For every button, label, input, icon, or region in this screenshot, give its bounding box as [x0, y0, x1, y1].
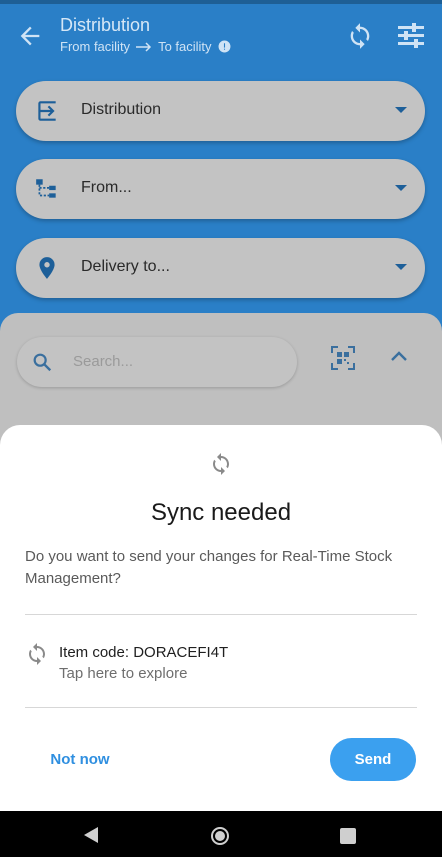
chevron-up-icon[interactable] [389, 349, 409, 363]
dialog-message: Do you want to send your changes for Rea… [25, 548, 393, 587]
back-arrow-icon[interactable] [16, 22, 44, 50]
login-icon [38, 101, 56, 121]
hierarchy-icon [36, 179, 56, 198]
dialog-title: Sync needed [150, 499, 292, 526]
item-code: Item code: DORACEFI4T [59, 644, 229, 661]
transaction-type-label: Distribution [81, 101, 162, 118]
to-facility-label: To facility [158, 39, 212, 54]
system-nav-bar [0, 811, 442, 857]
send-button[interactable]: Send [330, 738, 416, 781]
nav-home-icon[interactable] [210, 826, 230, 846]
search-icon [33, 353, 52, 372]
qr-scan-icon[interactable] [331, 346, 355, 370]
divider [25, 707, 417, 708]
delivery-to-placeholder: Delivery to... [81, 258, 170, 275]
location-pin-icon [39, 257, 55, 279]
divider [25, 614, 417, 615]
sync-icon [213, 453, 229, 475]
transaction-type-dropdown[interactable]: Distribution [16, 81, 425, 141]
pending-item-row[interactable]: Item code: DORACEFI4T Tap here to explor… [25, 636, 417, 686]
delivery-to-dropdown[interactable]: Delivery to... [16, 238, 425, 298]
arrow-right-icon [136, 41, 152, 52]
info-icon[interactable] [218, 40, 231, 53]
sync-icon [29, 643, 45, 665]
item-hint: Tap here to explore [59, 665, 188, 682]
caret-down-icon [395, 107, 407, 113]
caret-down-icon [395, 185, 407, 191]
nav-back-icon[interactable] [83, 826, 99, 844]
app-background: Distribution From facility To facility D… [0, 0, 442, 857]
route-subtitle: From facility To facility [60, 39, 231, 54]
sync-dialog: Sync needed Do you want to send your cha… [0, 425, 442, 811]
search-placeholder: Search... [73, 353, 134, 370]
from-facility-placeholder: From... [81, 179, 132, 196]
sync-icon[interactable] [346, 22, 374, 50]
not-now-button[interactable]: Not now [38, 743, 122, 777]
page-title: Distribution [60, 15, 151, 35]
toolbar: Distribution From facility To facility [0, 4, 442, 64]
nav-recents-icon[interactable] [340, 828, 356, 844]
from-facility-label: From facility [60, 39, 131, 54]
filter-sliders-icon[interactable] [396, 22, 426, 50]
from-facility-dropdown[interactable]: From... [16, 159, 425, 219]
caret-down-icon [395, 264, 407, 270]
search-field[interactable]: Search... [17, 337, 297, 387]
